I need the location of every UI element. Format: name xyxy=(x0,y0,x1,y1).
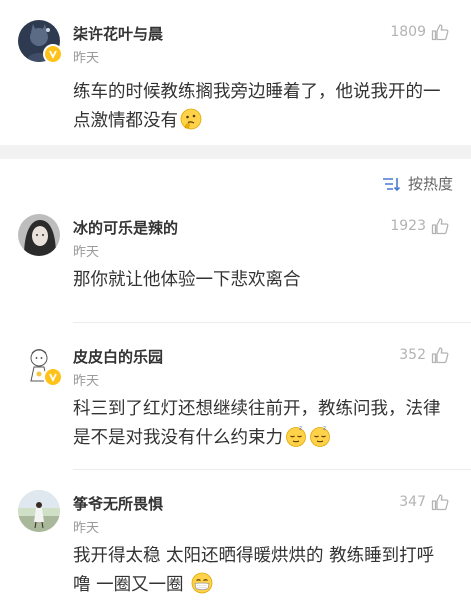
thumbs-up-icon xyxy=(431,494,449,511)
svg-text:z: z xyxy=(323,425,326,432)
section-gap xyxy=(0,145,471,159)
comment-avatar-wrap[interactable] xyxy=(18,214,60,256)
comment-author[interactable]: 冰的可乐是辣的 xyxy=(73,217,178,238)
sort-by-hot-button[interactable]: 按热度 xyxy=(382,173,453,194)
mask-face-icon xyxy=(191,572,213,594)
original-post: 柒许花叶与晨 昨天 1809 练车的时候教练搁我旁边睡着了，他说我开的一点激情都… xyxy=(0,0,471,145)
sort-icon xyxy=(382,177,401,191)
comment-text: 科三到了红灯还想继续往前开，教练问我，法律是不是对我没有什么约束力 z z xyxy=(73,395,449,453)
thumbs-up-icon xyxy=(431,347,449,364)
like-count: 352 xyxy=(399,347,426,363)
comment-text: 我开得太稳 太阳还晒得暖烘烘的 教练睡到打呼噜 一圈又一圈 xyxy=(73,542,449,600)
post-author-avatar-wrap[interactable] xyxy=(18,20,63,64)
thinking-face-icon xyxy=(180,108,202,130)
post-text: 练车的时候教练搁我旁边睡着了，他说我开的一点激情都没有 xyxy=(73,78,449,136)
comment-time: 昨天 xyxy=(73,374,100,389)
verified-badge-icon xyxy=(43,367,63,387)
comment-author[interactable]: 皮皮白的乐园 xyxy=(73,346,163,367)
comment-avatar-wrap[interactable] xyxy=(18,490,60,532)
verified-badge-icon xyxy=(43,44,63,64)
thumbs-up-icon xyxy=(431,218,449,235)
comment-text: 那你就让他体验一下悲欢离合 xyxy=(73,270,301,290)
comment-author[interactable]: 筝爷无所畏惧 xyxy=(73,493,163,514)
thumbs-up-icon xyxy=(431,24,449,41)
comment-time: 昨天 xyxy=(73,245,100,260)
comment-like-button[interactable]: 1923 xyxy=(390,217,449,235)
like-count: 347 xyxy=(399,494,426,510)
comment-like-button[interactable]: 347 xyxy=(399,493,449,511)
avatar[interactable] xyxy=(18,490,60,532)
sort-label: 按热度 xyxy=(407,175,453,193)
like-count: 1923 xyxy=(390,218,426,234)
sort-bar: 按热度 xyxy=(0,159,471,205)
sleepy-face-icon: z xyxy=(310,425,330,447)
sleepy-face-icon: z xyxy=(286,425,306,447)
svg-text:z: z xyxy=(299,425,302,432)
comment-item: 筝爷无所畏惧 昨天 347 我开得太稳 太阳还晒得暖烘烘的 教练睡到打呼噜 一圈… xyxy=(0,470,471,616)
comment-time: 昨天 xyxy=(73,521,100,536)
avatar[interactable] xyxy=(18,214,60,256)
like-count: 1809 xyxy=(390,24,426,40)
comment-text-content: 科三到了红灯还想继续往前开，教练问我，法律是不是对我没有什么约束力 xyxy=(73,399,441,448)
comment-like-button[interactable]: 352 xyxy=(399,346,449,364)
post-author-name[interactable]: 柒许花叶与晨 xyxy=(73,23,163,44)
comment-item: 冰的可乐是辣的 昨天 1923 那你就让他体验一下悲欢离合 xyxy=(0,205,471,323)
comment-avatar-wrap[interactable] xyxy=(18,343,63,387)
comments-page: 柒许花叶与晨 昨天 1809 练车的时候教练搁我旁边睡着了，他说我开的一点激情都… xyxy=(0,0,471,616)
post-like-button[interactable]: 1809 xyxy=(390,23,449,41)
post-time: 昨天 xyxy=(73,51,100,66)
post-text-content: 练车的时候教练搁我旁边睡着了，他说我开的一点激情都没有 xyxy=(73,82,441,131)
comment-item: 皮皮白的乐园 昨天 352 科三到了红灯还想继续往前开，教练问我，法律是不是对我… xyxy=(0,323,471,470)
comment-text-content: 我开得太稳 太阳还晒得暖烘烘的 教练睡到打呼噜 一圈又一圈 xyxy=(73,546,435,595)
